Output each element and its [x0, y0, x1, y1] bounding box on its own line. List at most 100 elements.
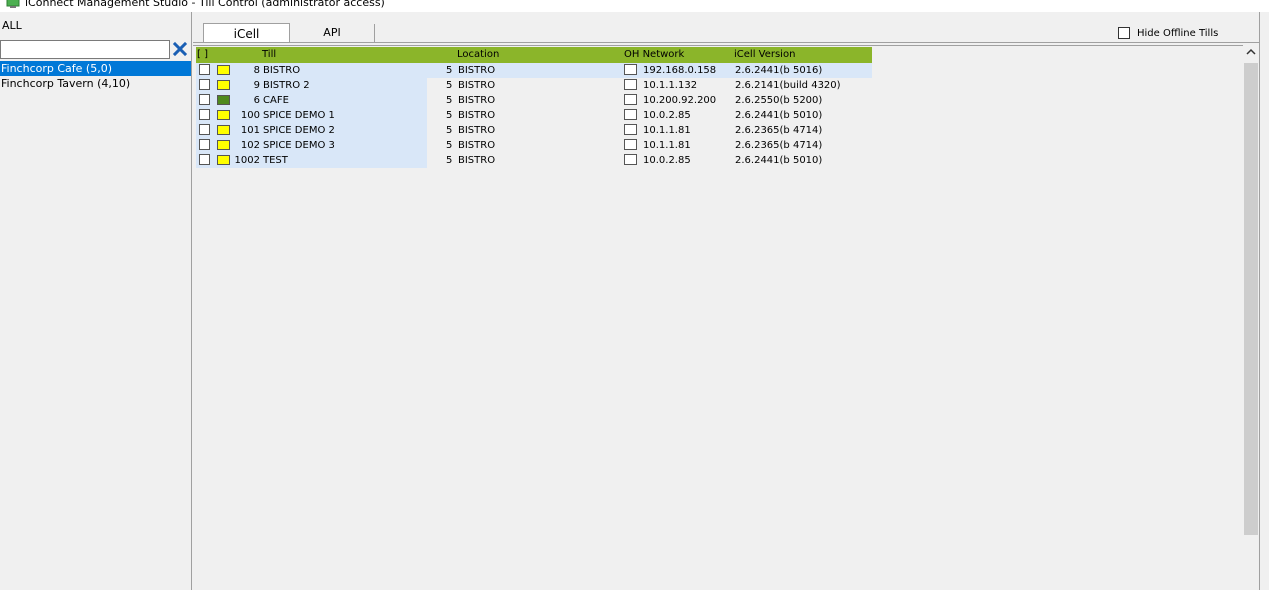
oh-network-checkbox[interactable] — [624, 139, 637, 150]
table-row[interactable]: 8 BISTRO 5 BISTRO 192.168.0.158 2.6.2441… — [196, 63, 872, 78]
header-till[interactable]: Till — [262, 49, 276, 60]
table-row[interactable]: 6 CAFE 5 BISTRO 10.200.92.200 2.6.2550(b… — [196, 93, 872, 108]
pane-splitter[interactable] — [1259, 12, 1269, 590]
header-location[interactable]: Location — [457, 49, 499, 60]
oh-network-checkbox[interactable] — [624, 154, 637, 165]
location-number: 5 — [446, 110, 453, 121]
close-icon — [172, 41, 188, 57]
status-indicator — [217, 125, 230, 135]
title-bar: iConnect Management Studio - Till Contro… — [0, 0, 1269, 12]
location-number: 5 — [446, 155, 453, 166]
location-name: BISTRO — [458, 80, 496, 91]
status-indicator — [217, 80, 230, 90]
location-name: BISTRO — [458, 95, 496, 106]
site-list: Finchcorp Cafe (5,0) Finchcorp Tavern (4… — [0, 61, 191, 91]
row-checkbox[interactable] — [199, 109, 210, 120]
grid-header: [ ] Till Location OH Network iCell Versi… — [196, 47, 872, 63]
till-number: 8 — [253, 65, 260, 76]
oh-network-checkbox[interactable] — [624, 94, 637, 105]
oh-network-ip: 10.0.2.85 — [643, 155, 691, 166]
icell-version: 2.6.2441(b 5010) — [735, 155, 823, 166]
scroll-down-button[interactable] — [1243, 574, 1259, 590]
till-number: 6 — [253, 95, 260, 106]
row-checkbox[interactable] — [199, 94, 210, 105]
till-name: TEST — [263, 155, 288, 166]
header-select[interactable]: [ ] — [197, 49, 208, 60]
location-number: 5 — [446, 125, 453, 136]
till-number: 101 — [240, 125, 260, 136]
table-row[interactable]: 1002 TEST 5 BISTRO 10.0.2.85 2.6.2441(b … — [196, 153, 872, 168]
row-checkbox[interactable] — [199, 64, 210, 75]
scroll-up-button[interactable] — [1243, 46, 1259, 62]
icell-version: 2.6.2441(b 5010) — [735, 110, 823, 121]
header-oh-network[interactable]: OH Network — [624, 49, 684, 60]
clear-filter-button[interactable] — [171, 41, 189, 59]
till-name: SPICE DEMO 1 — [263, 110, 335, 121]
till-number: 9 — [253, 80, 260, 91]
icell-version: 2.6.2550(b 5200) — [735, 95, 823, 106]
icell-version: 2.6.2441(b 5016) — [735, 65, 823, 76]
location-name: BISTRO — [458, 65, 496, 76]
site-item-finchcorp-cafe[interactable]: Finchcorp Cafe (5,0) — [0, 61, 191, 76]
site-item-finchcorp-tavern[interactable]: Finchcorp Tavern (4,10) — [0, 76, 191, 91]
location-number: 5 — [446, 80, 453, 91]
icell-version: 2.6.2365(b 4714) — [735, 140, 823, 151]
header-icell-version[interactable]: iCell Version — [734, 49, 795, 60]
till-grid: [ ] Till Location OH Network iCell Versi… — [193, 45, 1243, 590]
hide-offline-label: Hide Offline Tills — [1137, 27, 1219, 39]
location-name: BISTRO — [458, 110, 496, 121]
status-indicator — [217, 65, 230, 75]
site-filter-input[interactable] — [0, 40, 170, 59]
location-name: BISTRO — [458, 125, 496, 136]
tab-divider — [193, 42, 1259, 43]
location-name: BISTRO — [458, 140, 496, 151]
oh-network-ip: 10.1.1.81 — [643, 125, 691, 136]
location-name: BISTRO — [458, 155, 496, 166]
oh-network-ip: 10.1.1.132 — [643, 80, 698, 91]
till-control-pane: iCell API Hide Offline Tills [ ] Till Lo… — [193, 12, 1269, 590]
row-checkbox[interactable] — [199, 124, 210, 135]
hide-offline-checkbox[interactable] — [1118, 27, 1130, 39]
oh-network-checkbox[interactable] — [624, 79, 637, 90]
table-row[interactable]: 100 SPICE DEMO 1 5 BISTRO 10.0.2.85 2.6.… — [196, 108, 872, 123]
till-name: BISTRO 2 — [263, 80, 310, 91]
till-name: SPICE DEMO 2 — [263, 125, 335, 136]
icell-version: 2.6.2365(b 4714) — [735, 125, 823, 136]
row-checkbox[interactable] — [199, 154, 210, 165]
till-name: CAFE — [263, 95, 289, 106]
oh-network-ip: 10.1.1.81 — [643, 140, 691, 151]
oh-network-checkbox[interactable] — [624, 64, 637, 75]
location-number: 5 — [446, 140, 453, 151]
oh-network-checkbox[interactable] — [624, 124, 637, 135]
table-row[interactable]: 101 SPICE DEMO 2 5 BISTRO 10.1.1.81 2.6.… — [196, 123, 872, 138]
status-indicator — [217, 110, 230, 120]
site-tree-pane: ALL Finchcorp Cafe (5,0) Finchcorp Taver… — [0, 12, 192, 590]
till-name: BISTRO — [263, 65, 301, 76]
till-number: 100 — [240, 110, 260, 121]
app-icon — [6, 0, 20, 8]
till-number: 1002 — [234, 155, 260, 166]
scrollbar-thumb[interactable] — [1244, 63, 1258, 535]
location-number: 5 — [446, 95, 453, 106]
till-name: SPICE DEMO 3 — [263, 140, 335, 151]
all-sites-label[interactable]: ALL — [2, 19, 22, 32]
hide-offline-toggle[interactable]: Hide Offline Tills — [1118, 26, 1218, 40]
oh-network-ip: 10.200.92.200 — [643, 95, 717, 106]
till-number: 102 — [240, 140, 260, 151]
table-row[interactable]: 102 SPICE DEMO 3 5 BISTRO 10.1.1.81 2.6.… — [196, 138, 872, 153]
tab-api[interactable]: API — [290, 24, 375, 42]
chevron-up-icon — [1246, 48, 1256, 55]
status-indicator — [217, 140, 230, 150]
table-row[interactable]: 9 BISTRO 2 5 BISTRO 10.1.1.132 2.6.2141(… — [196, 78, 872, 93]
vertical-scrollbar[interactable] — [1243, 46, 1259, 590]
oh-network-ip: 10.0.2.85 — [643, 110, 691, 121]
row-checkbox[interactable] — [199, 139, 210, 150]
window-title: iConnect Management Studio - Till Contro… — [25, 0, 385, 9]
oh-network-checkbox[interactable] — [624, 109, 637, 120]
status-indicator — [217, 155, 230, 165]
row-checkbox[interactable] — [199, 79, 210, 90]
location-number: 5 — [446, 65, 453, 76]
oh-network-ip: 192.168.0.158 — [643, 65, 717, 76]
tab-icell[interactable]: iCell — [203, 23, 290, 42]
status-indicator — [217, 95, 230, 105]
